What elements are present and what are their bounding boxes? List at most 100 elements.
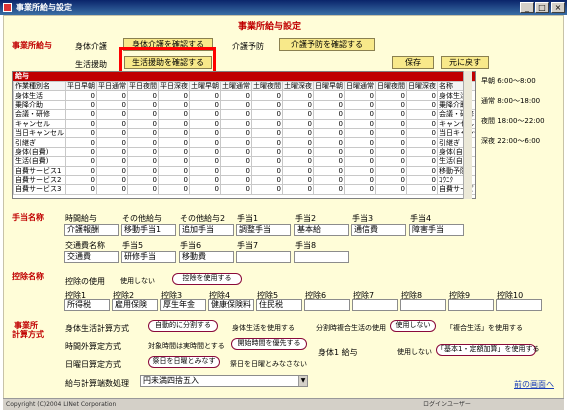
teate-field-4[interactable]: 障害手当 [409,224,464,236]
teate-field-3[interactable]: 通信費 [351,224,406,236]
koujo-field-2[interactable]: 雇用保険 [112,299,158,311]
value-cell[interactable]: 0 [158,118,190,129]
value-cell[interactable]: 0 [375,99,407,111]
row-name-cell[interactable]: 自費サービス2 [13,174,66,186]
value-cell[interactable]: 0 [189,146,221,158]
value-cell[interactable]: 0 [220,156,252,167]
value-cell[interactable]: 0 [313,109,345,120]
column-header[interactable]: 平日通常 [96,80,128,92]
value-cell[interactable]: 0 [251,146,283,158]
value-cell[interactable]: 0 [127,99,159,111]
value-cell[interactable]: 0 [313,90,345,101]
value-cell[interactable]: 0 [282,184,314,195]
value-cell[interactable]: 0 [158,156,190,167]
value-cell[interactable]: 0 [189,165,221,176]
nichiyo-saijitsu-option[interactable]: 祭日を日曜とみなす [148,356,220,368]
value-cell[interactable]: 0 [406,146,438,158]
save-button[interactable]: 保存 [392,56,434,69]
value-cell[interactable]: 0 [344,174,376,186]
row-name-cell[interactable]: キャンセル [13,118,66,129]
value-cell[interactable]: 0 [282,165,314,176]
shintai-method-auto-option[interactable]: 自動的に分割する [148,320,218,332]
restore-button[interactable]: 元に戻す [441,56,489,69]
value-cell[interactable]: 0 [344,165,376,176]
column-header[interactable]: 土曜早朝 [189,80,221,92]
value-cell[interactable]: 0 [65,184,97,195]
value-cell[interactable]: 0 [282,99,314,111]
value-cell[interactable]: 0 [344,118,376,129]
row-name-cell[interactable]: 乗降介助 [13,99,66,111]
value-cell[interactable]: 0 [406,174,438,186]
value-cell[interactable]: 0 [406,156,438,167]
value-cell[interactable]: 0 [96,156,128,167]
value-cell[interactable]: 0 [313,174,345,186]
table-row[interactable]: 乗降介助 0 0 0 0 0 0 0 0 0 0 0 0 乗降介助 [13,99,475,111]
value-cell[interactable]: 0 [127,146,159,158]
value-cell[interactable]: 0 [158,184,190,195]
table-row[interactable]: 自費サービス3 0 0 0 0 0 0 0 0 0 0 0 0 自費サービ [13,184,475,195]
value-cell[interactable]: 0 [220,174,252,186]
value-cell[interactable]: 0 [65,109,97,120]
row-name-cell[interactable]: 身体(自費) [13,146,66,158]
value-cell[interactable]: 0 [375,174,407,186]
value-cell[interactable]: 0 [65,174,97,186]
value-cell[interactable]: 0 [375,184,407,195]
value-cell[interactable]: 0 [96,99,128,111]
value-cell[interactable]: 0 [375,127,407,139]
value-cell[interactable]: 0 [158,137,190,148]
column-header[interactable]: 土曜通常 [220,80,252,92]
close-button[interactable]: × [551,2,565,13]
value-cell[interactable]: 0 [406,109,438,120]
value-cell[interactable]: 0 [406,99,438,111]
teate-field-2[interactable]: 基本給 [294,224,349,236]
value-cell[interactable]: 0 [251,174,283,186]
value-cell[interactable]: 0 [313,127,345,139]
value-cell[interactable]: 0 [344,90,376,101]
value-cell[interactable]: 0 [344,146,376,158]
koujo-not-use-option[interactable]: 使用しない [120,276,155,286]
shintai1-not-use-option[interactable]: 使用しない [397,347,432,357]
value-cell[interactable]: 0 [65,165,97,176]
row-name-cell[interactable]: 自費サービス1 [13,165,66,176]
jikangai-start-option[interactable]: 開始時間を優先する [231,338,307,350]
value-cell[interactable]: 0 [282,109,314,120]
value-cell[interactable]: 0 [375,118,407,129]
value-cell[interactable]: 0 [189,184,221,195]
chevron-down-icon[interactable]: ▼ [298,376,307,386]
bunkatsu-not-use-option[interactable]: 使用しない [390,320,436,332]
value-cell[interactable]: 0 [127,118,159,129]
value-cell[interactable]: 0 [313,118,345,129]
column-header[interactable]: 日曜通常 [344,80,376,92]
value-cell[interactable]: 0 [189,109,221,120]
value-cell[interactable]: 0 [251,156,283,167]
koujo-field-4[interactable]: 健康保険料 [208,299,254,311]
teate-field-6[interactable]: 移動費 [179,251,234,263]
value-cell[interactable]: 0 [158,165,190,176]
value-cell[interactable]: 0 [344,137,376,148]
column-header[interactable]: 土曜深夜 [282,80,314,92]
value-cell[interactable]: 0 [158,146,190,158]
kaigo-yobou-confirm-button[interactable]: 介護予防を確認する [279,38,375,51]
value-cell[interactable]: 0 [251,109,283,120]
value-cell[interactable]: 0 [220,137,252,148]
value-cell[interactable]: 0 [96,174,128,186]
table-row[interactable]: 自費サービス1 0 0 0 0 0 0 0 0 0 0 0 0 移動予防 [13,165,475,176]
value-cell[interactable]: 0 [282,146,314,158]
value-cell[interactable]: 0 [96,127,128,139]
row-name-cell[interactable]: 当日キャンセル [13,127,66,139]
value-cell[interactable]: 0 [189,99,221,111]
value-cell[interactable]: 0 [220,165,252,176]
value-cell[interactable]: 0 [127,184,159,195]
value-cell[interactable]: 0 [375,109,407,120]
column-header[interactable]: 日曜夜間 [375,80,407,92]
value-cell[interactable]: 0 [344,127,376,139]
value-cell[interactable]: 0 [375,90,407,101]
value-cell[interactable]: 0 [158,90,190,101]
value-cell[interactable]: 0 [313,146,345,158]
value-cell[interactable]: 0 [65,118,97,129]
row-name-cell[interactable]: 会議・研修 [13,109,66,120]
value-cell[interactable]: 0 [127,156,159,167]
row-name-cell[interactable]: 身体生活 [13,90,66,101]
value-cell[interactable]: 0 [251,137,283,148]
value-cell[interactable]: 0 [313,156,345,167]
